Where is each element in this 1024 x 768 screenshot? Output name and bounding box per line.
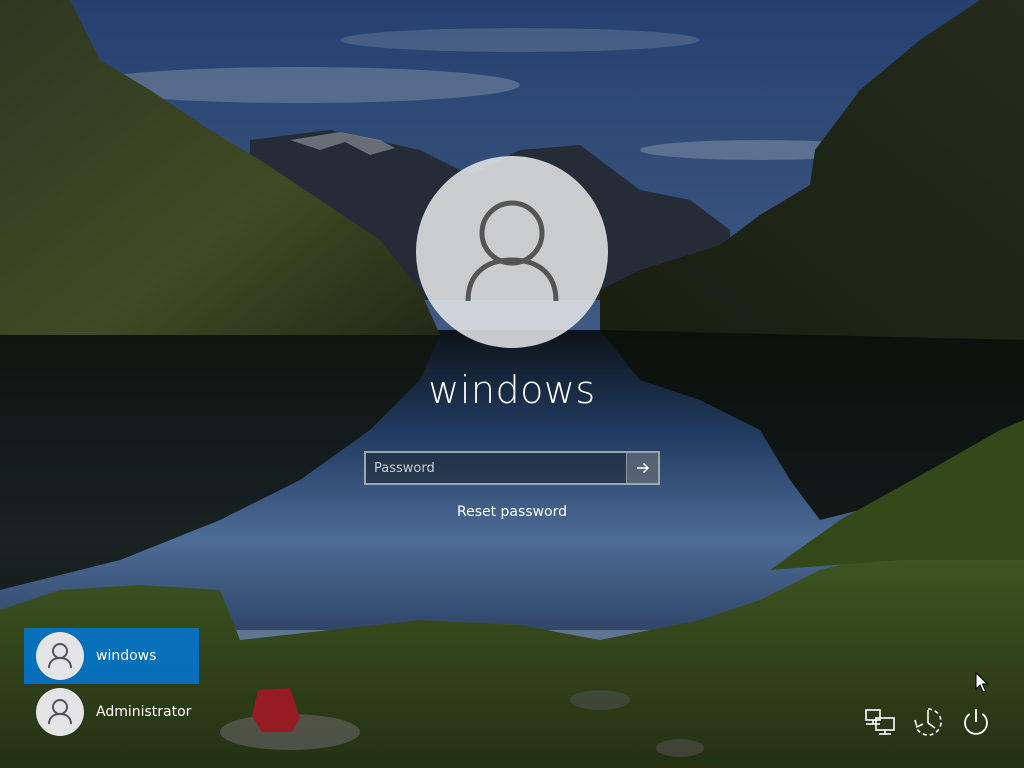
user-tile-windows[interactable]: windows xyxy=(24,628,199,684)
person-icon xyxy=(465,200,559,302)
user-tile-name: Administrator xyxy=(96,704,192,720)
user-tile-administrator[interactable]: Administrator xyxy=(24,684,199,740)
password-box xyxy=(364,451,660,485)
user-avatar xyxy=(416,156,608,348)
user-tile-avatar xyxy=(36,632,84,680)
power-button[interactable] xyxy=(958,704,994,740)
login-username: windows xyxy=(428,368,596,412)
network-icon xyxy=(865,709,895,735)
reset-password-row: Reset password xyxy=(0,504,1024,520)
user-tile-name: windows xyxy=(96,648,157,664)
accessibility-button[interactable] xyxy=(910,704,946,740)
password-input[interactable] xyxy=(366,453,628,483)
person-icon xyxy=(48,699,72,725)
arrow-right-icon xyxy=(636,462,649,474)
user-tile-avatar xyxy=(36,688,84,736)
reset-password-link[interactable]: Reset password xyxy=(457,504,567,520)
power-icon xyxy=(964,709,988,735)
mouse-cursor-icon xyxy=(975,672,989,693)
accessibility-icon xyxy=(914,708,942,736)
person-icon xyxy=(48,643,72,669)
network-button[interactable] xyxy=(862,704,898,740)
submit-button[interactable] xyxy=(626,453,658,483)
